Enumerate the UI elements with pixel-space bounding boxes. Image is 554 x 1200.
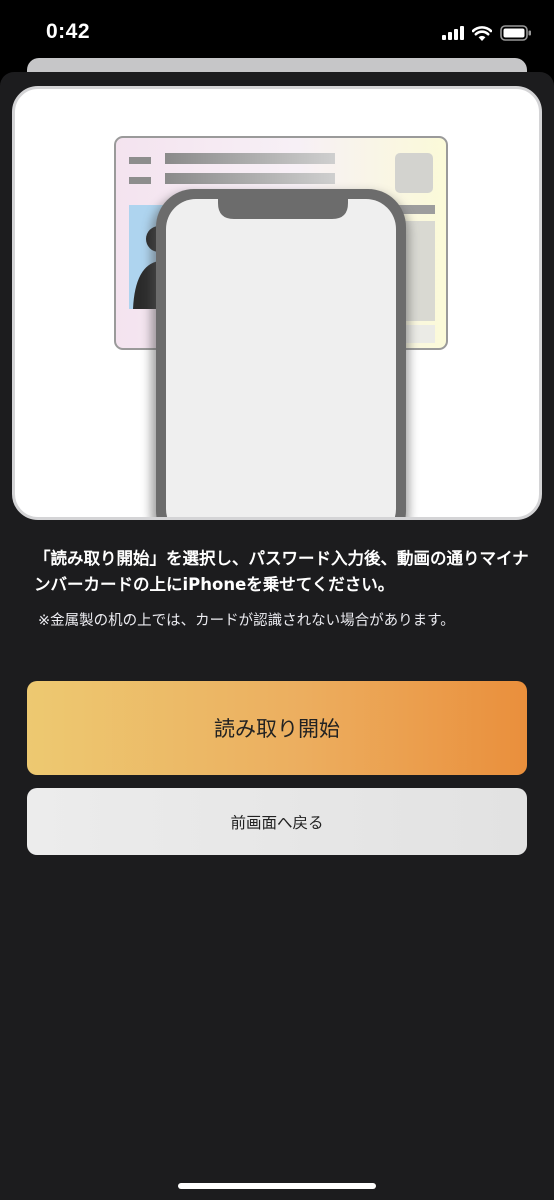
- metal-desk-note: ※金属製の机の上では、カードが認識されない場合があります。: [38, 613, 455, 629]
- card-reading-illustration: [114, 136, 448, 517]
- start-reading-button[interactable]: 読み取り開始: [27, 681, 527, 775]
- status-bar: 0:42: [0, 0, 554, 62]
- instruction-text: 「読み取り開始」を選択し、パスワード入力後、動画の通りマイナンバーカードの上にi…: [34, 549, 529, 594]
- screen: 0:42 「読み取り開始」を選択し、パスワード入力後、動画の通りマイナンバーカー…: [0, 0, 554, 1200]
- battery-icon: [500, 25, 531, 41]
- status-icons: [442, 22, 532, 44]
- signal-icon: [442, 26, 464, 40]
- back-to-previous-button[interactable]: 前画面へ戻る: [27, 788, 527, 855]
- iphone-graphic: [156, 189, 406, 517]
- home-indicator[interactable]: [178, 1183, 376, 1189]
- nfc-illustration: [12, 86, 542, 520]
- wifi-icon: [472, 25, 492, 41]
- status-time: 0:42: [46, 20, 91, 43]
